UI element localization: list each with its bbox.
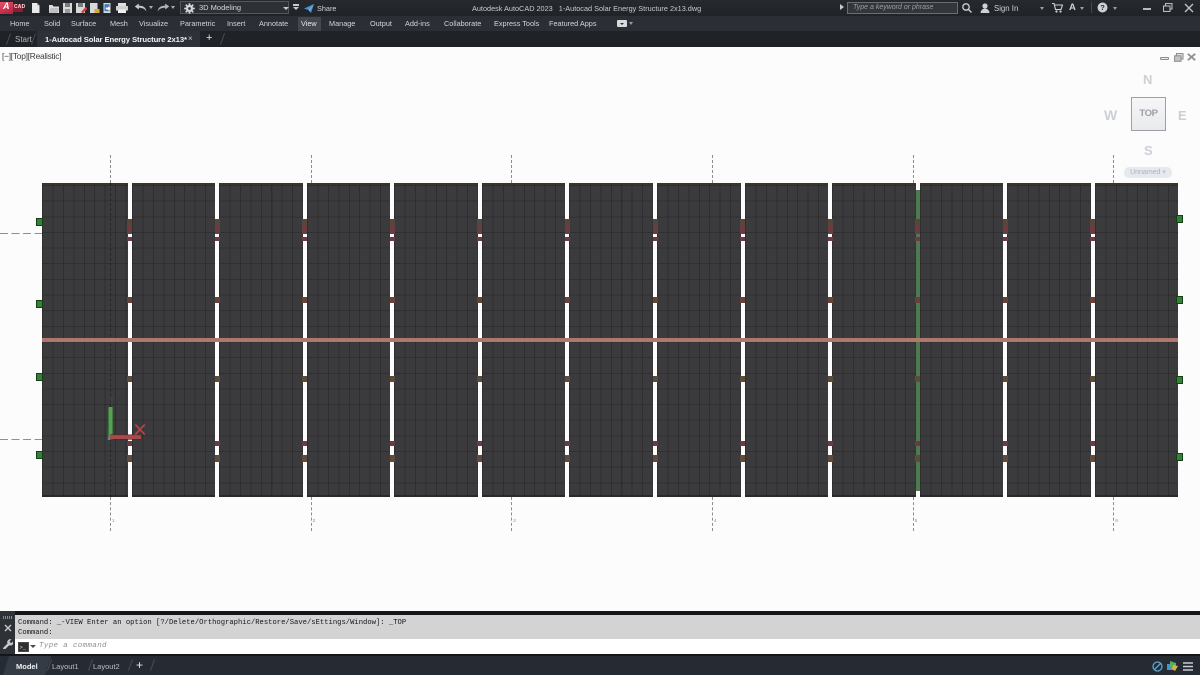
svg-text:?: ? <box>1100 3 1105 12</box>
